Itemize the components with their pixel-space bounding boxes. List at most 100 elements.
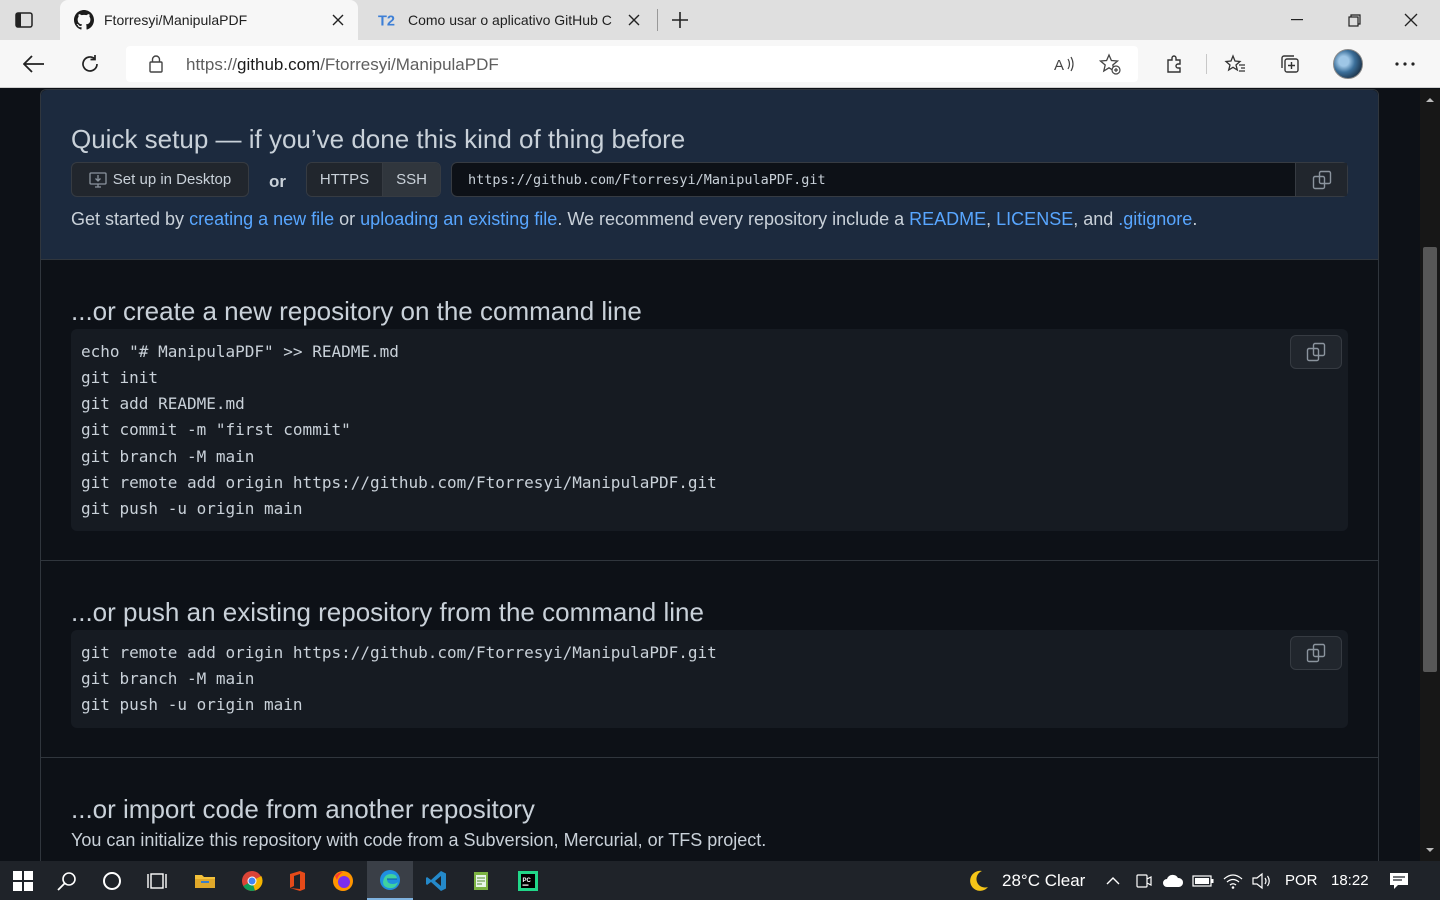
copy-push-commands-button[interactable] (1290, 636, 1342, 670)
close-tab-icon[interactable] (620, 6, 648, 34)
svg-text:PC: PC (523, 878, 532, 884)
battery-icon[interactable] (1192, 870, 1214, 892)
github-icon (74, 10, 94, 30)
notepad-icon[interactable] (458, 861, 504, 900)
chevron-up-icon[interactable] (1102, 870, 1124, 892)
task-view-icon[interactable] (134, 861, 180, 900)
quick-setup-hint: Get started by creating a new file or up… (71, 209, 1198, 229)
protocol-toggle: HTTPS SSH (306, 162, 441, 197)
lock-icon[interactable] (148, 55, 166, 73)
copy-icon (1306, 342, 1326, 362)
scroll-down-icon[interactable] (1425, 845, 1435, 855)
pycharm-icon[interactable]: PC (505, 861, 551, 900)
tab-github[interactable]: Ftorresyi/ManipulaPDF (60, 0, 358, 40)
tab-bar: Ftorresyi/ManipulaPDF T2 Como usar o apl… (0, 0, 1440, 40)
page-scrollbar[interactable] (1420, 89, 1440, 861)
code-line: git remote add origin https://github.com… (81, 473, 717, 492)
chrome-icon[interactable] (229, 861, 275, 900)
push-repo-title: ...or push an existing repository from t… (71, 597, 704, 627)
ssh-button[interactable]: SSH (382, 163, 440, 196)
windows-taskbar: PC 28°C Clear POR 18:22 (0, 861, 1440, 900)
quick-setup-title: Quick setup — if you’ve done this kind o… (71, 124, 686, 154)
copy-icon (1312, 170, 1331, 189)
code-line: git init (81, 368, 159, 387)
file-explorer-icon[interactable] (182, 861, 228, 900)
office-icon[interactable] (274, 861, 320, 900)
tab-title: Ftorresyi/ManipulaPDF (104, 12, 248, 28)
windows-start-icon[interactable] (0, 861, 46, 900)
refresh-icon[interactable] (74, 48, 106, 80)
code-line: git commit -m "first commit" (81, 420, 351, 439)
extensions-icon[interactable] (1162, 52, 1186, 76)
code-line: git add README.md (81, 394, 245, 413)
minimize-icon[interactable] (1268, 0, 1326, 40)
more-menu-icon[interactable] (1393, 52, 1417, 76)
page-content: Quick setup — if you’ve done this kind o… (0, 89, 1420, 861)
create-new-file-link[interactable]: creating a new file (189, 209, 334, 229)
profile-avatar[interactable] (1333, 49, 1363, 79)
scroll-up-icon[interactable] (1425, 95, 1435, 105)
edge-icon[interactable] (367, 861, 413, 900)
language-indicator[interactable]: POR (1285, 861, 1318, 900)
copy-url-button[interactable] (1295, 163, 1347, 196)
toolbar-separator (1206, 54, 1207, 74)
setup-desktop-label: Set up in Desktop (112, 171, 232, 188)
code-line: git remote add origin https://github.com… (81, 643, 717, 662)
push-repo-section: ...or push an existing repository from t… (41, 562, 1378, 758)
import-description: You can initialize this repository with … (71, 830, 767, 850)
read-aloud-icon[interactable]: A (1053, 53, 1077, 75)
weather-moon-icon[interactable] (965, 867, 991, 895)
readme-link[interactable]: README (909, 209, 986, 229)
quick-setup-panel: Quick setup — if you’ve done this kind o… (41, 90, 1378, 260)
code-line: echo "# ManipulaPDF" >> README.md (81, 342, 399, 361)
close-window-icon[interactable] (1382, 0, 1440, 40)
new-tab-icon[interactable] (666, 6, 694, 34)
copy-icon (1306, 643, 1326, 663)
address-bar[interactable]: https://github.com/Ftorresyi/ManipulaPDF… (126, 46, 1138, 82)
clone-url-field[interactable]: https://github.com/Ftorresyi/ManipulaPDF… (451, 162, 1348, 197)
svg-text:A: A (1054, 57, 1064, 73)
onedrive-cloud-icon[interactable] (1162, 870, 1184, 892)
repo-setup-box: Quick setup — if you’ve done this kind o… (40, 89, 1379, 861)
https-button[interactable]: HTTPS (307, 163, 382, 196)
code-line: git push -u origin main (81, 695, 303, 714)
license-link[interactable]: LICENSE (996, 209, 1073, 229)
desktop-download-icon (89, 171, 107, 188)
gitignore-link[interactable]: .gitignore (1118, 209, 1192, 229)
tab-title: Como usar o aplicativo GitHub C (408, 12, 612, 28)
vscode-icon[interactable] (413, 861, 459, 900)
notifications-icon[interactable] (1388, 870, 1410, 892)
collections-icon[interactable] (1278, 52, 1302, 76)
scrollbar-thumb[interactable] (1423, 247, 1437, 672)
volume-icon[interactable] (1251, 870, 1273, 892)
meet-now-icon[interactable] (1133, 870, 1155, 892)
browser-toolbar: https://github.com/Ftorresyi/ManipulaPDF… (0, 40, 1440, 88)
firefox-icon[interactable] (320, 861, 366, 900)
copy-create-commands-button[interactable] (1290, 335, 1342, 369)
wifi-icon[interactable] (1222, 870, 1244, 892)
push-repo-code: git remote add origin https://github.com… (71, 630, 1348, 728)
weather-text[interactable]: 28°C Clear (1002, 861, 1085, 900)
tab-tecnoblog[interactable]: T2 Como usar o aplicativo GitHub C (364, 0, 654, 40)
code-line: git branch -M main (81, 447, 255, 466)
restore-icon[interactable] (1325, 0, 1383, 40)
cortana-icon[interactable] (89, 861, 135, 900)
upload-file-link[interactable]: uploading an existing file (360, 209, 557, 229)
tab-actions-icon[interactable] (14, 10, 34, 30)
url-text: https://github.com/Ftorresyi/ManipulaPDF (186, 55, 499, 74)
favorites-icon[interactable] (1223, 52, 1247, 76)
create-repo-code: echo "# ManipulaPDF" >> README.md git in… (71, 329, 1348, 531)
search-icon[interactable] (44, 861, 90, 900)
code-line: git branch -M main (81, 669, 255, 688)
back-icon[interactable] (18, 48, 50, 80)
or-label: or (269, 172, 286, 191)
add-favorite-icon[interactable] (1098, 53, 1122, 75)
setup-desktop-button[interactable]: Set up in Desktop (71, 162, 249, 197)
tab-separator (657, 9, 658, 31)
create-repo-section: ...or create a new repository on the com… (41, 261, 1378, 561)
close-tab-icon[interactable] (324, 6, 352, 34)
import-repo-title: ...or import code from another repositor… (71, 794, 535, 824)
tecnoblog-icon: T2 (378, 10, 398, 30)
clock[interactable]: 18:22 (1331, 861, 1369, 900)
create-repo-title: ...or create a new repository on the com… (71, 296, 642, 326)
